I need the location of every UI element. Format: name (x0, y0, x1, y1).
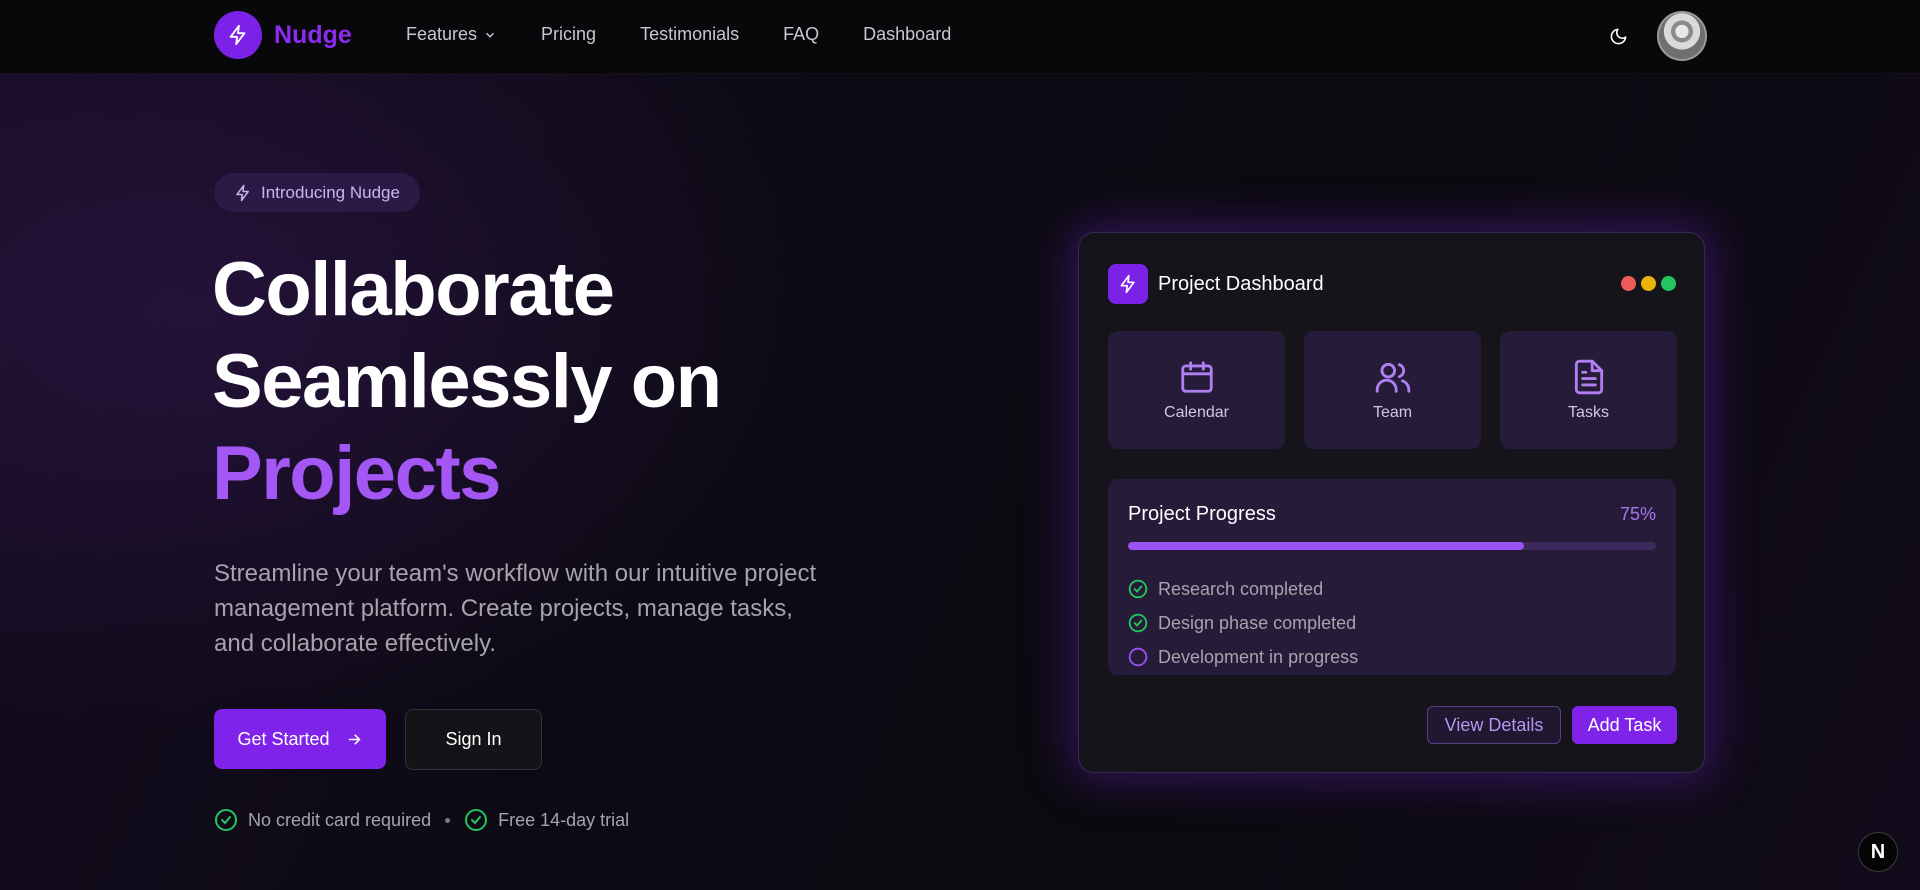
progress-percent: 75% (1619, 504, 1656, 524)
add-task-button[interactable]: Add Task (1572, 706, 1677, 744)
window-controls (1616, 276, 1676, 291)
nav-link-faq[interactable]: FAQ (783, 24, 819, 45)
step-label: Research completed (1158, 578, 1324, 599)
progress-bar (1128, 542, 1656, 550)
nav-links: Features Pricing Testimonials FAQ Dashbo… (406, 24, 995, 45)
window-dot-yellow (1641, 276, 1656, 291)
top-nav: Nudge Features Pricing Testimonials FAQ … (0, 0, 1920, 74)
project-progress-panel: Project Progress 75% Research completed … (1108, 479, 1676, 675)
arrow-right-icon (348, 733, 361, 745)
perk-item: No credit card required (214, 808, 431, 832)
tile-calendar[interactable]: Calendar (1108, 331, 1285, 449)
page: Nudge Features Pricing Testimonials FAQ … (0, 0, 1920, 890)
check-circle-icon (1128, 613, 1148, 633)
nav-link-dashboard[interactable]: Dashboard (863, 24, 951, 45)
nav-link-testimonials[interactable]: Testimonials (640, 24, 739, 45)
card-title: Project Dashboard (1158, 272, 1324, 295)
check-circle-icon (465, 809, 488, 831)
step-label: Development in progress (1158, 646, 1359, 667)
nav-link-pricing[interactable]: Pricing (541, 24, 596, 45)
feature-tiles: Calendar Team Tasks (1108, 331, 1677, 449)
view-details-button[interactable]: View Details (1427, 706, 1561, 744)
tile-team[interactable]: Team (1304, 331, 1481, 449)
separator-dot (445, 817, 451, 823)
empty-circle-icon (1128, 647, 1148, 667)
window-dot-red (1621, 276, 1636, 291)
moon-icon (1610, 28, 1626, 44)
check-circle-icon (215, 809, 237, 831)
hero-subtitle: Streamline your team's workflow with our… (214, 560, 817, 657)
brand-logo[interactable]: Nudge (214, 11, 352, 59)
step-item: Research completed (1128, 572, 1358, 606)
step-item: Development in progress (1128, 640, 1358, 674)
hero-headline: Collaborate Seamlessly on Projects (212, 244, 722, 520)
window-dot-green (1661, 276, 1676, 291)
card-header: Project Dashboard (1108, 264, 1324, 304)
get-started-label: Get Started (237, 728, 330, 749)
document-icon (1574, 359, 1603, 395)
nav-link-label: Features (406, 24, 478, 44)
get-started-button[interactable]: Get Started (214, 709, 386, 769)
tile-label: Team (1372, 404, 1413, 421)
step-item: Design phase completed (1128, 606, 1358, 640)
tile-label: Calendar (1164, 404, 1229, 421)
project-dashboard-card: Project Dashboard Calendar Team Tasks Pr… (1078, 232, 1705, 773)
headline-line-1: Collaborate (212, 247, 615, 332)
progress-title: Project Progress (1128, 503, 1276, 525)
headline-line-2: Seamlessly on (212, 339, 722, 424)
nav-link-features[interactable]: Features (406, 24, 497, 45)
theme-toggle-button[interactable] (1604, 22, 1632, 50)
lightning-icon (214, 11, 262, 59)
intro-badge: Introducing Nudge (214, 173, 420, 212)
chevron-down-icon (486, 32, 495, 38)
lightning-icon (236, 184, 249, 201)
users-icon (1375, 362, 1410, 393)
corner-logo-badge[interactable]: N (1858, 832, 1898, 872)
perk-label: No credit card required (248, 809, 432, 830)
progress-steps: Research completed Design phase complete… (1128, 572, 1358, 674)
headline-line-3: Projects (212, 431, 501, 516)
perk-item: Free 14-day trial (464, 808, 629, 832)
perk-label: Free 14-day trial (498, 809, 630, 830)
perks-row: No credit card required Free 14-day tria… (214, 808, 629, 832)
intro-badge-text: Introducing Nudge (261, 182, 400, 202)
sign-in-button[interactable]: Sign In (405, 709, 542, 770)
check-circle-icon (1128, 579, 1148, 599)
user-avatar[interactable] (1657, 11, 1707, 61)
progress-bar-fill (1128, 542, 1524, 550)
brand-name: Nudge (274, 20, 352, 49)
step-label: Design phase completed (1158, 612, 1357, 633)
calendar-icon (1180, 361, 1213, 393)
lightning-icon (1108, 264, 1148, 304)
tile-tasks[interactable]: Tasks (1500, 331, 1677, 449)
tile-label: Tasks (1568, 404, 1609, 421)
